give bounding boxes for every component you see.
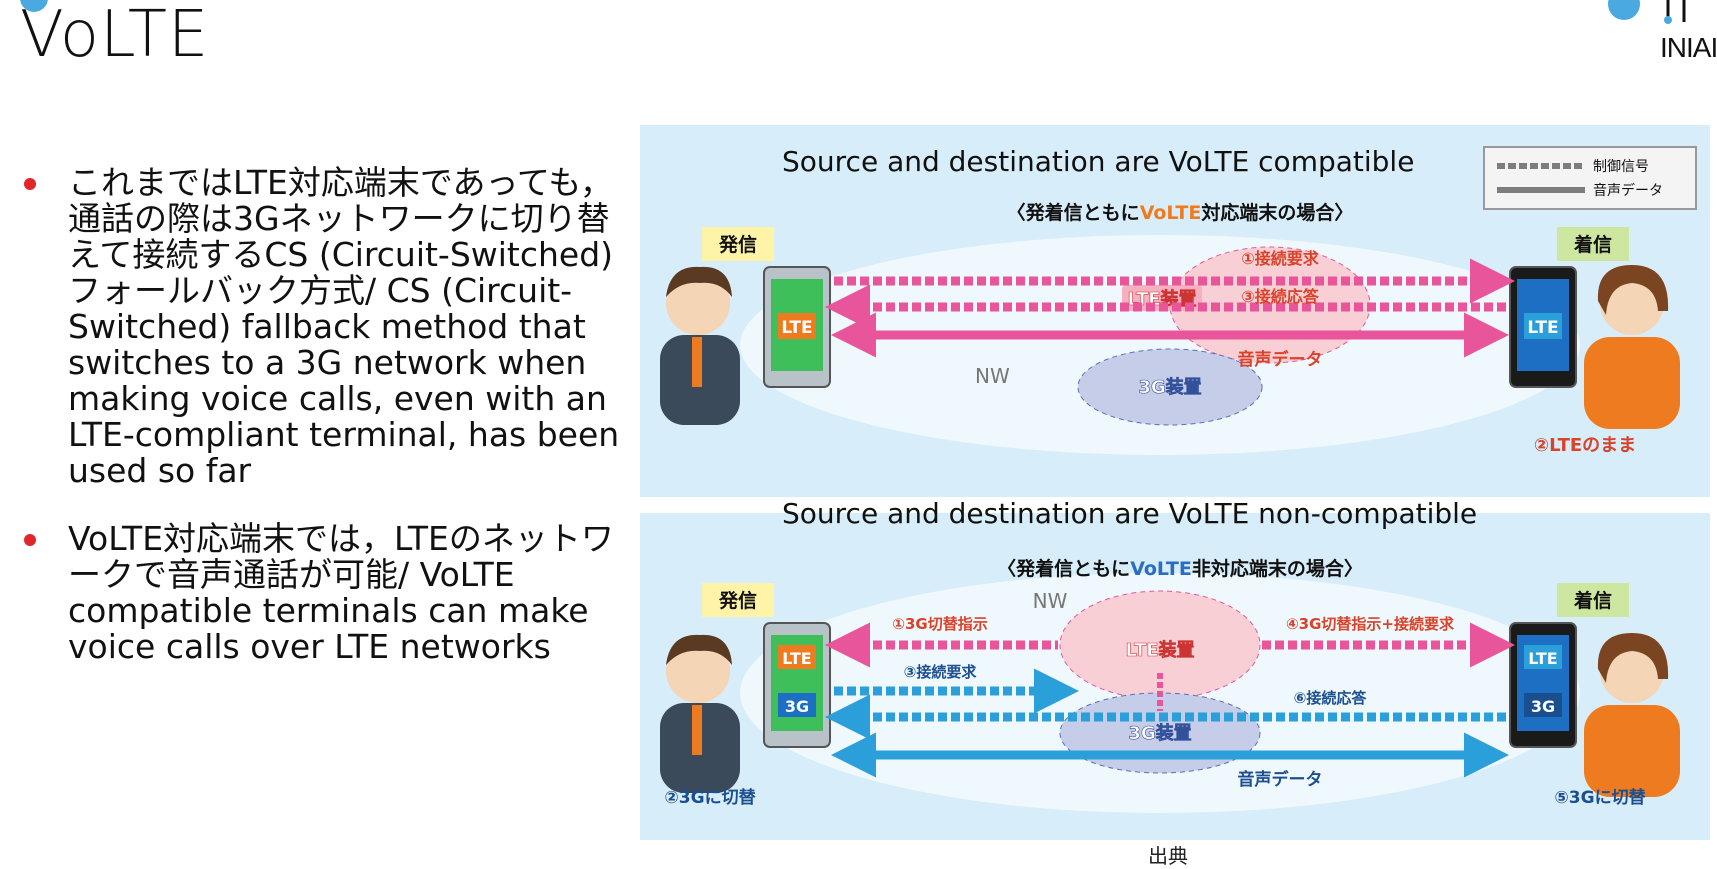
callee-phone-label: LTE [1527,318,1558,338]
caller-person-icon [660,634,740,793]
callee-phone-3g: 3G [1531,697,1555,716]
bullet-dot [24,534,36,546]
caller-phone-lte: LTE [782,649,811,668]
switch-callee-label: ⑤3Gに切替 [1554,787,1646,808]
3g-device-label: 3G装置 [1128,722,1191,744]
callee-label: 着信 [1574,589,1612,612]
3g-device-label: 3G装置 [1138,376,1201,398]
logo: INIAI [1600,0,1717,70]
caller-label: 発信 [718,233,757,256]
caption-compatible: Source and destination are VoLTE compati… [782,145,1415,178]
callee-phone-icon: LTE 3G [1509,622,1577,748]
arrow-connect-request-label: ①接続要求 [1241,249,1320,268]
nw-label: NW [1033,589,1068,613]
legend-signal: 制御信号 [1497,156,1649,176]
legend-voice-swatch [1497,187,1585,193]
arrow-connect-response-label: ③接続応答 [1241,287,1320,306]
caller-label: 発信 [718,589,757,612]
voice-data-label: 音声データ [1238,769,1323,790]
panel-volte-compatible: LTE装置 3G装置 NW 〈発着信ともにVoLTE対応端末の場合〉 発信 着信… [640,125,1710,497]
legend-signal-swatch [1497,163,1585,169]
legend-signal-label: 制御信号 [1593,159,1649,175]
citation: 出典 [1148,844,1188,868]
callee-person-icon [1584,265,1680,429]
caller-phone-icon: LTE 3G [763,622,831,748]
bullet-dot [24,178,36,190]
arrow-3g-switch-instruction-label: ①3G切替指示 [892,615,987,633]
arrow-connect-response-label: ⑥接続応答 [1294,689,1368,707]
callee-phone-lte: LTE [1528,649,1557,668]
bullet-list: これまではLTE対応端末であっても，通話の際は3Gネットワークに切り替えて接続す… [20,165,620,697]
caller-phone-label: LTE [781,318,812,338]
bullet-text: これまではLTE対応端末であっても，通話の際は3Gネットワークに切り替えて接続す… [68,163,620,490]
caption-non-compatible: Source and destination are VoLTE non-com… [782,497,1478,530]
panel-volte-non-compatible: NW LTE装置 3G装置 〈発着信ともにVoLTE非対応端末の場合〉 発信 着… [640,513,1710,840]
caller-person-icon [660,266,740,425]
legend-voice-label: 音声データ [1593,183,1663,199]
logo-text: INIAI [1660,32,1717,63]
bullet-text: VoLTE対応端末では，LTEのネットワークで音声通話が可能/ VoLTE co… [68,519,614,666]
bottom-heading: 〈発着信ともにVoLTE非対応端末の場合〉 [997,557,1363,580]
callee-phone-icon: LTE [1509,266,1577,388]
arrow-3g-switch-connect-label: ④3G切替指示+接続要求 [1286,615,1455,633]
voice-data-label: 音声データ [1238,349,1323,370]
legend: 制御信号 音声データ [1483,146,1697,210]
callee-person-icon [1584,633,1680,797]
logo-dot [1608,0,1640,20]
bottom-diagram-svg: NW LTE装置 3G装置 〈発着信ともにVoLTE非対応端末の場合〉 発信 着… [660,557,1680,813]
bullet-item: これまではLTE対応端末であっても，通話の際は3Gネットワークに切り替えて接続す… [20,165,620,489]
slide-title: VoLTE [20,0,210,72]
nw-label: NW [975,364,1010,388]
lte-device-label: LTE装置 [1125,639,1194,661]
legend-voice: 音声データ [1497,180,1663,200]
switch-caller-label: ②3Gに切替 [664,787,756,808]
bullet-item: VoLTE対応端末では，LTEのネットワークで音声通話が可能/ VoLTE co… [20,521,620,665]
caller-phone-3g: 3G [785,697,809,716]
stay-lte-label: ②LTEのまま [1534,435,1636,456]
callee-label: 着信 [1574,233,1612,256]
top-heading: 〈発着信ともにVoLTE対応端末の場合〉 [1007,201,1354,224]
logo-mark-icon [1664,0,1686,24]
arrow-connect-request-label: ③接続要求 [904,663,978,681]
caller-phone-icon: LTE [763,266,831,388]
